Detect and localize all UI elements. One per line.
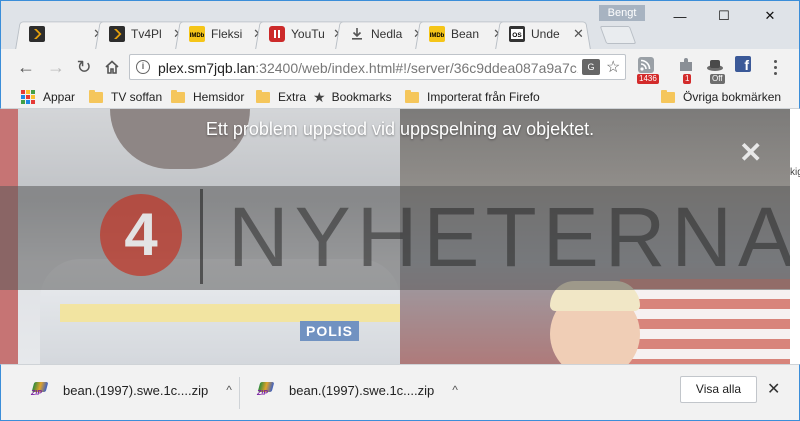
bookmark-folder-extra[interactable]: Extra: [256, 89, 306, 105]
facebook-icon: f: [735, 56, 751, 73]
download-item[interactable]: ZIP bean.(1997).swe.1c....zip ^: [257, 375, 458, 405]
bookmark-folder-hemsidor[interactable]: Hemsidor: [171, 89, 244, 105]
url-text[interactable]: plex.sm7jqb.lan:32400/web/index.html#!/s…: [158, 60, 578, 76]
minimize-button[interactable]: —: [657, 3, 703, 29]
title-bar: ✕ Tv4Pl ✕ IMDb Fleksi ✕ YouTu ✕: [0, 0, 800, 50]
plex-icon: [109, 26, 125, 42]
tv4-logo: 4: [100, 194, 182, 276]
playback-error-message: Ett problem uppstod vid uppspelning av o…: [205, 119, 595, 139]
close-shelf-icon[interactable]: ✕: [767, 379, 780, 399]
video-player[interactable]: POLIS 4 NYHETERNA ✕: [0, 109, 790, 364]
folder-icon: [89, 89, 103, 103]
svg-text:IMDb: IMDb: [190, 33, 205, 39]
facebook-extension-button[interactable]: f: [735, 56, 757, 78]
bookmark-label: Bookmarks: [331, 90, 392, 104]
extension-badge: 1436: [637, 74, 659, 84]
reload-button[interactable]: ↻: [73, 56, 95, 78]
bookmark-bookmarks[interactable]: ★ Bookmarks: [313, 89, 392, 105]
reload-icon: ↻: [76, 56, 92, 77]
extension-badge: 1: [683, 74, 692, 84]
forward-arrow-icon: →: [47, 56, 65, 77]
bookmark-apps[interactable]: Appar: [21, 89, 75, 105]
bookmark-folder-other[interactable]: Övriga bokmärken: [661, 89, 781, 105]
site-info-icon[interactable]: i: [136, 60, 150, 74]
star-icon: ★: [313, 88, 326, 105]
page-edge: kig: [790, 109, 800, 364]
close-window-button[interactable]: ✕: [747, 3, 793, 29]
bookmark-label: Hemsidor: [193, 90, 245, 104]
folder-icon: [405, 89, 419, 103]
apps-grid-icon: [21, 90, 35, 104]
back-arrow-icon: ←: [17, 56, 35, 77]
address-bar[interactable]: i plex.sm7jqb.lan:32400/web/index.html#!…: [129, 54, 626, 80]
browser-menu-button[interactable]: [767, 55, 783, 79]
nyheterna-logo-text: NYHETERNA: [228, 190, 790, 284]
puzzle-extension-button[interactable]: 1: [677, 56, 699, 84]
edge-text: kig: [790, 167, 800, 178]
bookmark-folder-tv-soffan[interactable]: TV soffan: [89, 89, 162, 105]
rss-extension-button[interactable]: 1436: [637, 56, 659, 84]
download-icon: [349, 26, 365, 42]
download-options-chevron-icon[interactable]: ^: [452, 383, 458, 397]
puzzle-icon: [680, 58, 692, 71]
close-player-icon[interactable]: ✕: [739, 139, 762, 167]
svg-text:IMDb: IMDb: [430, 33, 445, 39]
tab-title: Fleksi: [211, 27, 243, 41]
download-item[interactable]: ZIP bean.(1997).swe.1c....zip ^: [31, 375, 232, 405]
bookmark-label: TV soffan: [111, 90, 163, 104]
maximize-icon: ☐: [718, 8, 730, 23]
url-host: plex.sm7jqb.lan: [158, 60, 256, 76]
zip-file-icon: ZIP: [31, 382, 49, 398]
hat-extension-button[interactable]: Off: [706, 56, 728, 84]
bookmark-label: Extra: [278, 90, 307, 104]
download-filename: bean.(1997).swe.1c....zip: [63, 382, 209, 398]
maximize-button[interactable]: ☐: [701, 3, 747, 29]
translate-icon[interactable]: G: [582, 59, 600, 75]
show-all-downloads-button[interactable]: Visa alla: [680, 376, 757, 403]
tab-title: Tv4Pl: [131, 27, 162, 41]
svg-text:OS: OS: [512, 32, 522, 39]
extension-badge: Off: [710, 74, 725, 84]
rss-icon: [638, 57, 654, 73]
folder-icon: [661, 89, 675, 103]
home-icon: [105, 60, 119, 74]
tab-close-icon[interactable]: ✕: [573, 26, 584, 42]
download-options-chevron-icon[interactable]: ^: [226, 383, 232, 397]
pause-icon: [269, 26, 285, 42]
tab-title: Nedla: [371, 27, 403, 41]
bookmarks-bar: Appar TV soffan Hemsidor Extra ★ Bookmar…: [0, 85, 800, 109]
close-icon: ✕: [764, 8, 776, 23]
tab-strip: ✕ Tv4Pl ✕ IMDb Fleksi ✕ YouTu ✕: [15, 18, 635, 50]
bookmark-star-icon[interactable]: ☆: [606, 57, 620, 77]
download-filename: bean.(1997).swe.1c....zip: [289, 382, 435, 398]
minimize-icon: —: [673, 8, 687, 24]
home-button[interactable]: [101, 56, 123, 78]
imdb-icon: IMDb: [189, 26, 205, 42]
bookmark-label: Övriga bokmärken: [683, 90, 782, 104]
folder-icon: [256, 89, 270, 103]
hat-icon: [707, 60, 723, 71]
forward-button[interactable]: →: [45, 56, 67, 78]
bookmark-folder-imported[interactable]: Importerat från Firefo: [405, 89, 540, 105]
plex-icon: [29, 26, 45, 42]
tab-title: YouTu: [291, 27, 325, 41]
tab-undertexter[interactable]: OS Unde ✕: [495, 18, 591, 50]
tab-title: Unde: [531, 27, 560, 41]
bookmark-label: Appar: [43, 90, 76, 104]
folder-icon: [171, 89, 185, 103]
download-shelf: ZIP bean.(1997).swe.1c....zip ^ ZIP bean…: [0, 364, 800, 421]
back-button[interactable]: ←: [15, 56, 37, 78]
subtitles-icon: OS: [509, 26, 525, 42]
new-tab-button[interactable]: [599, 26, 637, 44]
imdb-icon: IMDb: [429, 26, 445, 42]
browser-toolbar: ← → ↻ i plex.sm7jqb.lan:32400/web/index.…: [0, 49, 800, 85]
profile-button[interactable]: Bengt: [599, 5, 645, 21]
zip-file-icon: ZIP: [257, 382, 275, 398]
tab-title: Bean: [451, 27, 480, 41]
bookmark-label: Importerat från Firefo: [427, 90, 540, 104]
url-path: :32400/web/index.html#!/server/36c9ddea0…: [255, 60, 578, 76]
